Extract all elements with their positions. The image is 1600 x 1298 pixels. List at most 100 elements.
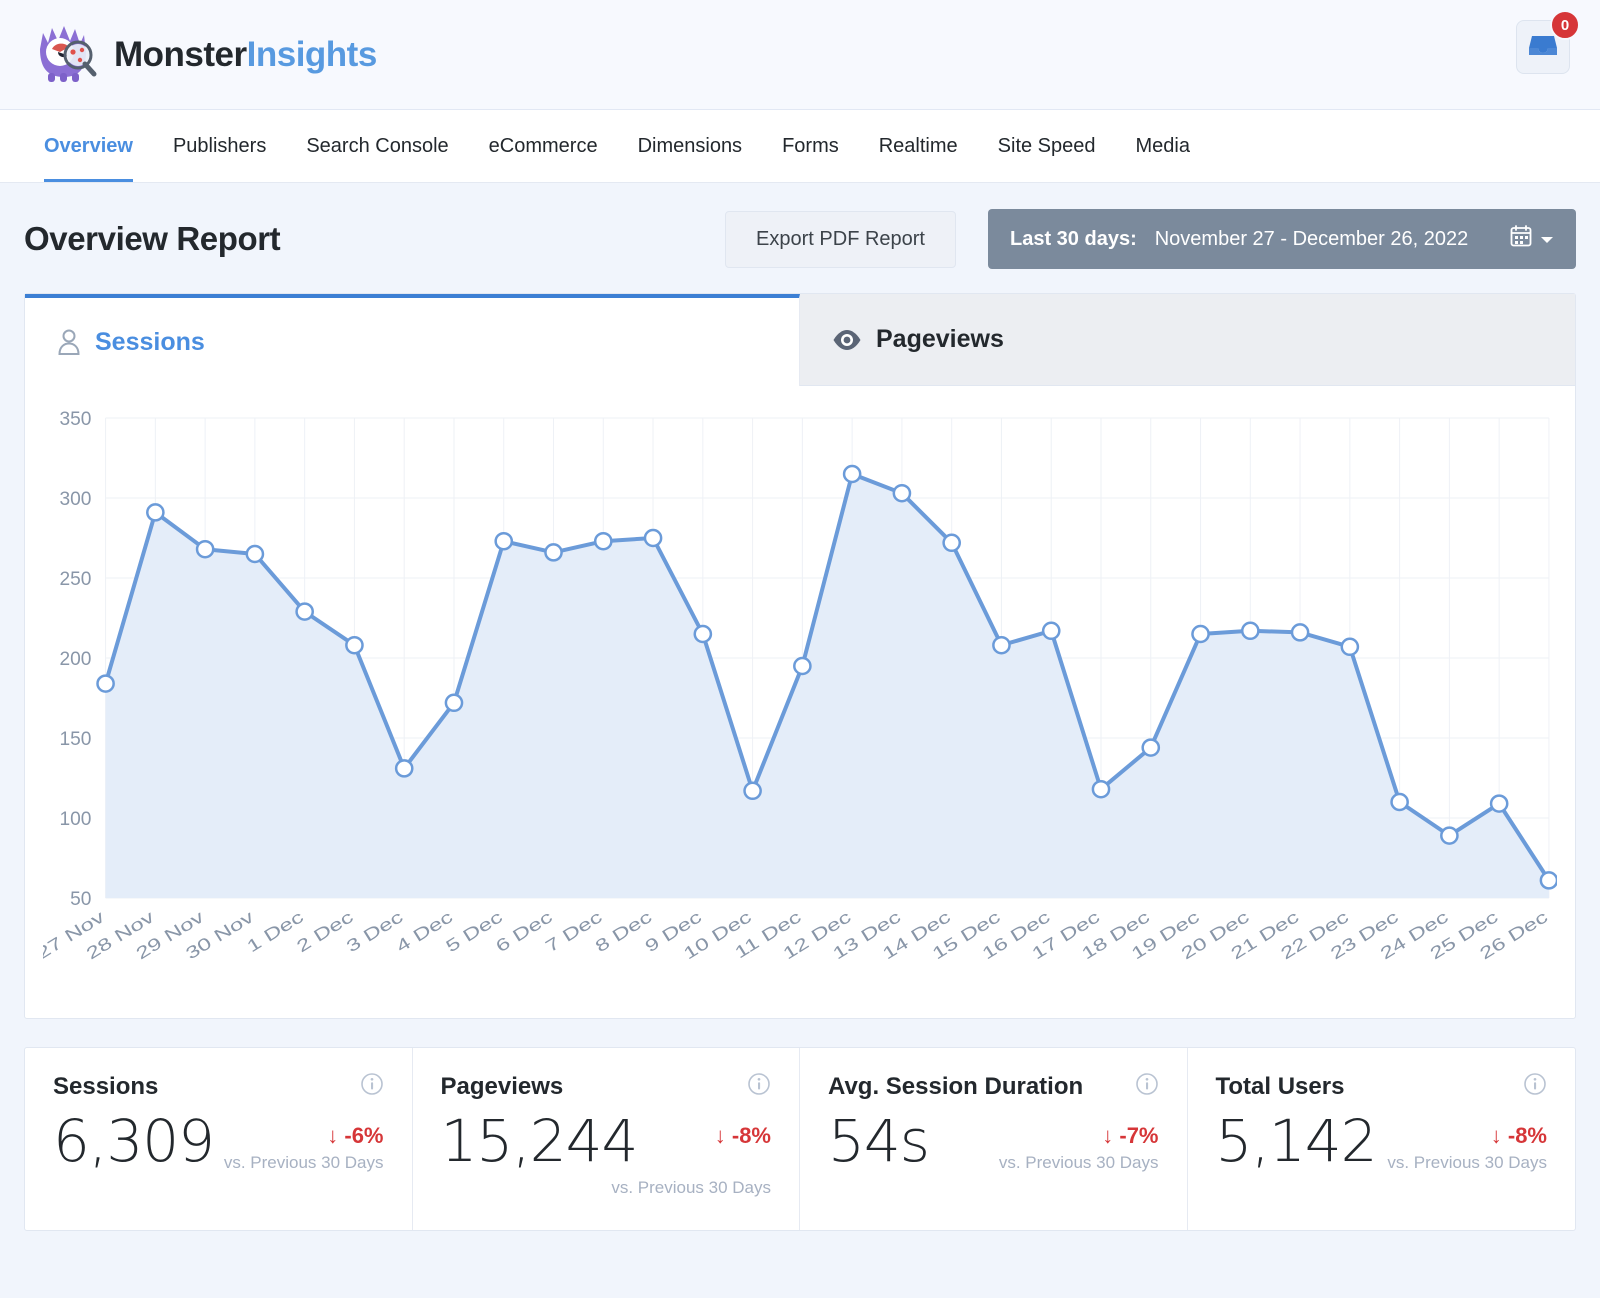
info-icon[interactable] xyxy=(1523,1072,1547,1101)
chart-data-point[interactable] xyxy=(446,695,462,711)
chart-data-point[interactable] xyxy=(1143,740,1159,756)
calendar-icon xyxy=(1510,225,1532,253)
stat-delta-note: vs. Previous 30 Days xyxy=(224,1153,384,1173)
x-axis-tick: 7 Dec xyxy=(542,908,605,957)
date-range-label: Last 30 days: xyxy=(1010,228,1137,251)
date-range-picker[interactable]: Last 30 days: November 27 - December 26,… xyxy=(988,209,1576,269)
stat-body: 15,244 ↓ -8% vs. Previous 30 Days xyxy=(441,1107,772,1177)
chart-data-point[interactable] xyxy=(695,626,711,642)
brand: MonsterInsights xyxy=(28,19,377,91)
chart-data-point[interactable] xyxy=(1541,872,1557,888)
chart-data-point[interactable] xyxy=(346,637,362,653)
chart-data-point[interactable] xyxy=(1242,623,1258,639)
chart-data-point[interactable] xyxy=(595,533,611,549)
stat-delta-percent: -8% xyxy=(732,1123,771,1148)
stat-value: 15,244 xyxy=(441,1107,638,1177)
chart-data-point[interactable] xyxy=(247,546,263,562)
nav-item-publishers[interactable]: Publishers xyxy=(153,110,286,182)
inbox-notifications[interactable]: 0 xyxy=(1516,20,1570,74)
stat-card-pageviews: Pageviews 15,244 ↓ -8% vs. Previou xyxy=(413,1048,801,1230)
stat-header: Avg. Session Duration xyxy=(828,1072,1159,1101)
chart-card: Sessions Pageviews 350300250200150100502… xyxy=(24,293,1576,1019)
chart-area-fill xyxy=(106,474,1549,898)
arrow-down-icon: ↓ xyxy=(327,1123,338,1148)
chart-data-point[interactable] xyxy=(396,760,412,776)
nav-item-search-console[interactable]: Search Console xyxy=(286,110,468,182)
app-header: MonsterInsights 0 xyxy=(0,0,1600,110)
chart-data-point[interactable] xyxy=(745,783,761,799)
chart-data-point[interactable] xyxy=(496,533,512,549)
stat-card-sessions: Sessions 6,309 ↓ -6% vs. Previous xyxy=(25,1048,413,1230)
stat-title: Total Users xyxy=(1216,1073,1345,1101)
stat-card-avg-session-duration: Avg. Session Duration 54s ↓ -7% vs xyxy=(800,1048,1188,1230)
nav-item-realtime[interactable]: Realtime xyxy=(859,110,978,182)
stat-delta-note: vs. Previous 30 Days xyxy=(611,1178,771,1198)
stat-header: Total Users xyxy=(1216,1072,1548,1101)
nav-item-media[interactable]: Media xyxy=(1116,110,1210,182)
monster-magnifier-logo-icon xyxy=(28,19,100,91)
stat-value: 5,142 xyxy=(1216,1107,1377,1177)
chart-tab-sessions[interactable]: Sessions xyxy=(25,294,800,386)
stat-delta: ↓ -6% vs. Previous 30 Days xyxy=(224,1107,384,1173)
chart-data-point[interactable] xyxy=(147,504,163,520)
chart-data-point[interactable] xyxy=(1192,626,1208,642)
nav-item-ecommerce[interactable]: eCommerce xyxy=(469,110,618,182)
y-axis-tick: 150 xyxy=(59,729,91,750)
stat-delta-value: ↓ -8% xyxy=(1387,1123,1547,1149)
chart-data-point[interactable] xyxy=(993,637,1009,653)
info-icon[interactable] xyxy=(747,1072,771,1101)
header-actions: Export PDF Report Last 30 days: November… xyxy=(725,209,1576,269)
page-content: Overview Report Export PDF Report Last 3… xyxy=(0,183,1600,1231)
stat-card-total-users: Total Users 5,142 ↓ -8% vs. Previo xyxy=(1188,1048,1576,1230)
stat-title: Pageviews xyxy=(441,1073,564,1101)
chart-data-point[interactable] xyxy=(645,530,661,546)
arrow-down-icon: ↓ xyxy=(715,1123,726,1148)
chart-data-point[interactable] xyxy=(98,676,114,692)
stat-delta-value: ↓ -6% xyxy=(224,1123,384,1149)
nav-item-site-speed[interactable]: Site Speed xyxy=(978,110,1116,182)
chart-data-point[interactable] xyxy=(944,535,960,551)
chart-data-point[interactable] xyxy=(1441,828,1457,844)
chart-data-point[interactable] xyxy=(545,544,561,560)
stat-body: 5,142 ↓ -8% vs. Previous 30 Days xyxy=(1216,1107,1548,1177)
x-axis-tick: 5 Dec xyxy=(443,908,506,957)
chart-data-point[interactable] xyxy=(1043,623,1059,639)
y-axis-tick: 250 xyxy=(59,569,91,590)
chart-data-point[interactable] xyxy=(794,658,810,674)
sessions-area-chart[interactable]: 3503002502001501005027 Nov28 Nov29 Nov30… xyxy=(43,408,1557,1008)
chart-tab-pageviews[interactable]: Pageviews xyxy=(800,294,1575,386)
chart-data-point[interactable] xyxy=(894,485,910,501)
chart-data-point[interactable] xyxy=(1342,639,1358,655)
x-axis-tick: 2 Dec xyxy=(293,908,356,957)
info-icon[interactable] xyxy=(1135,1072,1159,1101)
chart-data-point[interactable] xyxy=(1491,796,1507,812)
chart-data-point[interactable] xyxy=(1392,794,1408,810)
chart-data-point[interactable] xyxy=(197,541,213,557)
stat-delta-percent: -6% xyxy=(344,1123,383,1148)
nav-item-overview[interactable]: Overview xyxy=(24,110,153,182)
chart-data-point[interactable] xyxy=(1093,781,1109,797)
chart-body: 3503002502001501005027 Nov28 Nov29 Nov30… xyxy=(25,386,1575,1018)
stat-value: 6,309 xyxy=(53,1107,214,1177)
chart-data-point[interactable] xyxy=(844,466,860,482)
y-axis-tick: 300 xyxy=(59,489,91,510)
nav-item-forms[interactable]: Forms xyxy=(762,110,859,182)
stats-row: Sessions 6,309 ↓ -6% vs. Previous xyxy=(24,1047,1576,1231)
person-icon xyxy=(57,328,81,356)
info-icon[interactable] xyxy=(360,1072,384,1101)
stat-delta-note: vs. Previous 30 Days xyxy=(1387,1153,1547,1173)
brand-name: MonsterInsights xyxy=(114,35,377,75)
date-range-value: November 27 - December 26, 2022 xyxy=(1155,228,1469,251)
chart-data-point[interactable] xyxy=(297,604,313,620)
stat-body: 6,309 ↓ -6% vs. Previous 30 Days xyxy=(53,1107,384,1177)
x-axis-tick: 1 Dec xyxy=(244,908,307,957)
chevron-down-icon[interactable] xyxy=(1540,228,1554,251)
export-pdf-report-button[interactable]: Export PDF Report xyxy=(725,211,956,268)
chart-tab-sessions-label: Sessions xyxy=(95,328,205,357)
x-axis-tick: 4 Dec xyxy=(393,908,456,957)
nav-item-dimensions[interactable]: Dimensions xyxy=(618,110,762,182)
stat-delta-percent: -7% xyxy=(1119,1123,1158,1148)
page-header: Overview Report Export PDF Report Last 3… xyxy=(24,209,1576,269)
chart-data-point[interactable] xyxy=(1292,624,1308,640)
x-axis-tick: 8 Dec xyxy=(592,908,655,957)
